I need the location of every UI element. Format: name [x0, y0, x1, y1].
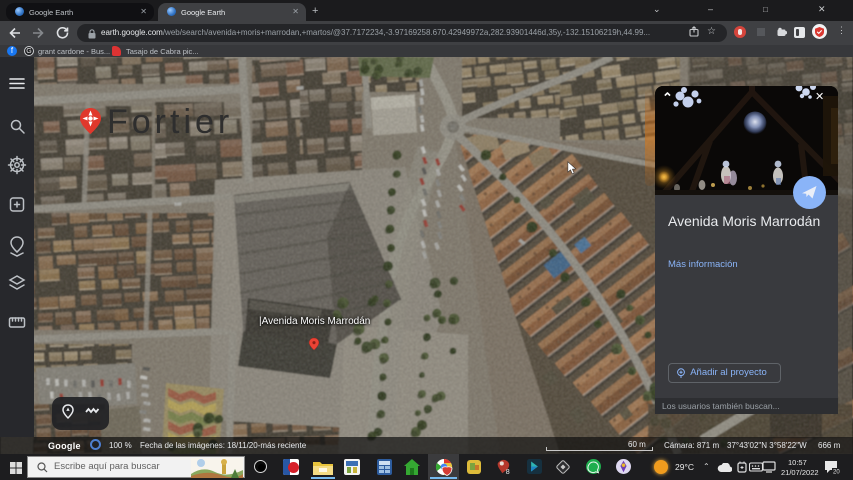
svg-text:20: 20 — [833, 470, 840, 475]
svg-text:8: 8 — [506, 468, 510, 475]
